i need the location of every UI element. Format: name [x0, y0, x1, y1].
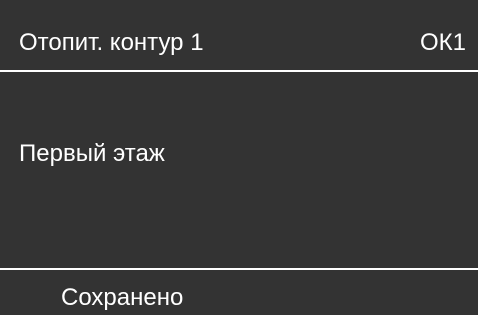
circuit-name-value[interactable]: Первый этаж	[19, 137, 165, 171]
heating-circuit-title: Отопит. контур 1	[19, 29, 204, 56]
device-display: Отопит. контур 1 ОК1 Первый этаж Сохране…	[0, 0, 478, 315]
top-divider	[0, 70, 478, 72]
header-bar: Отопит. контур 1 ОК1	[0, 0, 478, 70]
bottom-divider	[0, 268, 478, 270]
status-message: Сохранено	[61, 284, 184, 311]
circuit-code: ОК1	[420, 29, 466, 56]
